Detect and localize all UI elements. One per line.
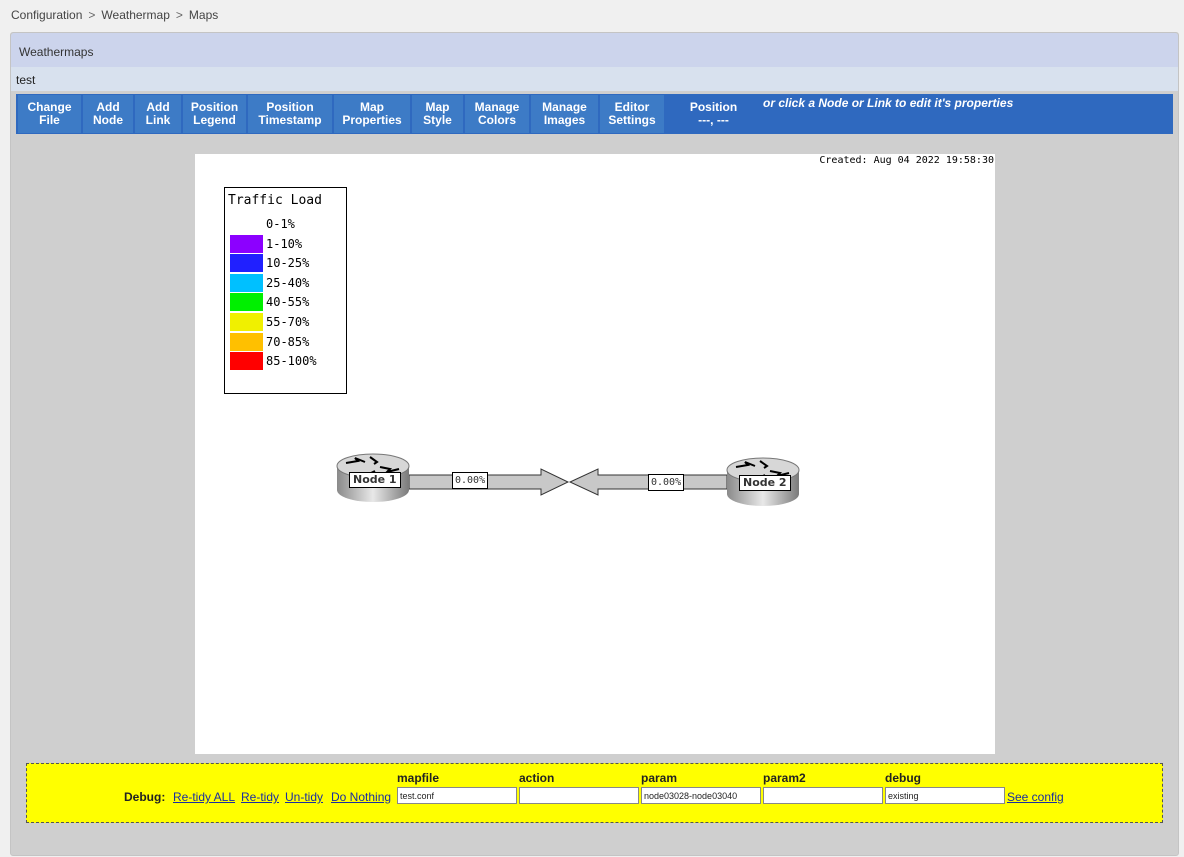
traffic-legend[interactable]: Traffic Load 0-1% 1-10% 10-25% 25-40% 40-55%…: [224, 187, 347, 394]
weathermaps-panel: Weathermaps test Change File Add Node Ad…: [10, 32, 1179, 856]
map-name-row: test: [11, 67, 1178, 91]
legend-swatch: [230, 313, 263, 331]
breadcrumb: Configuration > Weathermap > Maps: [11, 8, 218, 22]
panel-header: Weathermaps: [11, 33, 1178, 67]
node-1-label[interactable]: Node 1: [349, 472, 401, 488]
param-input[interactable]: [641, 787, 761, 804]
breadcrumb-configuration[interactable]: Configuration: [11, 8, 82, 22]
legend-label: 85-100%: [266, 354, 317, 368]
link-in-label[interactable]: 0.00%: [648, 474, 685, 491]
legend-label: 1-10%: [266, 237, 303, 251]
link-out-label[interactable]: 0.00%: [452, 472, 489, 489]
legend-swatch: [230, 352, 263, 370]
legend-swatch: [230, 215, 263, 233]
debug-header-action: action: [519, 771, 555, 785]
untidy-link[interactable]: Un-tidy: [285, 790, 323, 804]
link-arrow-out: [408, 468, 570, 496]
editor-toolbar: Change File Add Node Add Link Position L…: [16, 94, 1173, 134]
add-node-button[interactable]: Add Node: [83, 95, 133, 133]
add-link-button[interactable]: Add Link: [135, 95, 181, 133]
legend-label: 10-25%: [266, 256, 310, 270]
toolbar-hint: or click a Node or Link to edit it's pro…: [763, 96, 1014, 110]
debug-header-debug: debug: [885, 771, 921, 785]
position-legend-button[interactable]: Position Legend: [183, 95, 246, 133]
retidy-all-link[interactable]: Re-tidy ALL: [173, 790, 235, 804]
debug-header-param2: param2: [763, 771, 806, 785]
legend-swatch: [230, 293, 263, 311]
created-timestamp[interactable]: Created: Aug 04 2022 19:58:30: [819, 155, 994, 166]
legend-swatch: [230, 235, 263, 253]
legend-swatch: [230, 254, 263, 272]
map-name: test: [16, 73, 36, 87]
map-properties-button[interactable]: Map Properties: [334, 95, 410, 133]
legend-label: 25-40%: [266, 276, 310, 290]
breadcrumb-maps: Maps: [188, 8, 219, 22]
mapfile-input[interactable]: [397, 787, 517, 804]
breadcrumb-separator: >: [175, 8, 183, 22]
node-2-label[interactable]: Node 2: [739, 475, 791, 491]
debug-input[interactable]: [885, 787, 1005, 804]
legend-label: 40-55%: [266, 295, 310, 309]
manage-images-button[interactable]: Manage Images: [531, 95, 598, 133]
retidy-link[interactable]: Re-tidy: [241, 790, 279, 804]
see-config-link[interactable]: See config: [1007, 790, 1064, 804]
editor-settings-button[interactable]: Editor Settings: [600, 95, 664, 133]
legend-label: 55-70%: [266, 315, 310, 329]
position-value: ---, ---: [698, 113, 729, 127]
debug-header-mapfile: mapfile: [397, 771, 440, 785]
do-nothing-link[interactable]: Do Nothing: [331, 790, 391, 804]
map-canvas[interactable]: Created: Aug 04 2022 19:58:30 Traffic Lo…: [195, 154, 995, 754]
debug-label: Debug:: [124, 790, 166, 804]
breadcrumb-separator: >: [88, 8, 96, 22]
legend-swatch: [230, 274, 263, 292]
param2-input[interactable]: [763, 787, 883, 804]
legend-label: 70-85%: [266, 335, 310, 349]
cursor-position: Position ---, ---: [666, 95, 761, 133]
legend-swatch: [230, 333, 263, 351]
action-input[interactable]: [519, 787, 639, 804]
debug-panel: mapfile action param param2 debug Debug:…: [26, 763, 1163, 823]
manage-colors-button[interactable]: Manage Colors: [465, 95, 529, 133]
legend-label: 0-1%: [266, 217, 295, 231]
position-timestamp-button[interactable]: Position Timestamp: [248, 95, 332, 133]
breadcrumb-weathermap[interactable]: Weathermap: [101, 8, 169, 22]
change-file-button[interactable]: Change File: [18, 95, 81, 133]
map-style-button[interactable]: Map Style: [412, 95, 463, 133]
panel-title: Weathermaps: [19, 45, 94, 59]
debug-header-param: param: [641, 771, 678, 785]
legend-title: Traffic Load: [228, 193, 322, 208]
